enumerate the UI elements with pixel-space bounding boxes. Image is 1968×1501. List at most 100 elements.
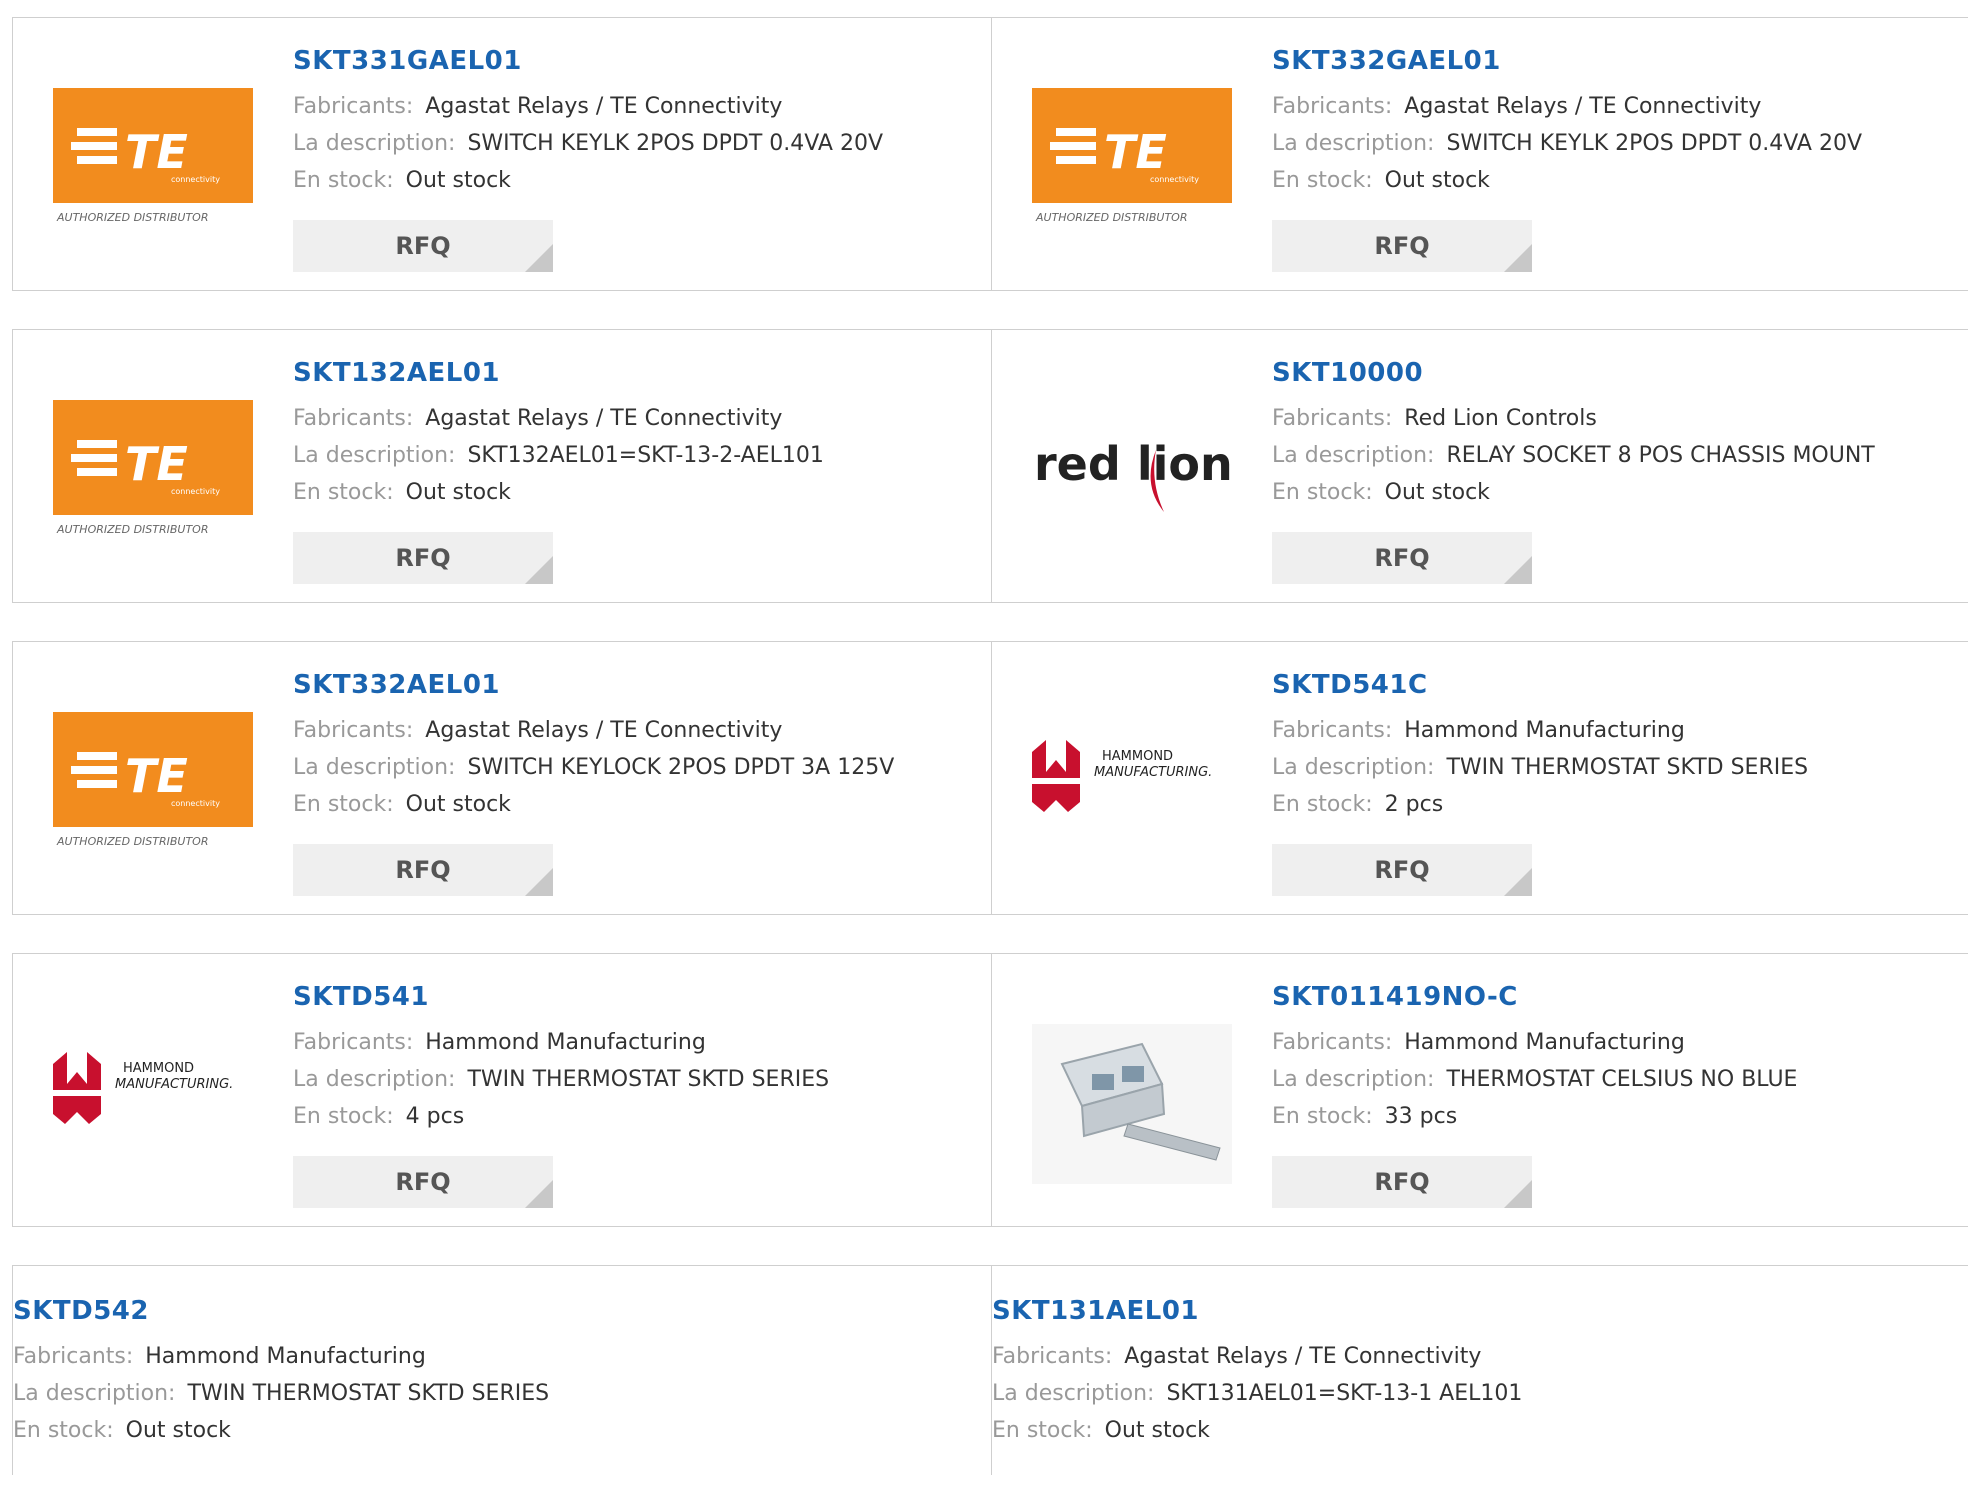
product-info: SKT132AEL01 Fabricants: Agastat Relays / …	[293, 358, 824, 511]
description-row: La description: SKT131AEL01=SKT-13-1 AEL1…	[992, 1375, 1522, 1412]
te-connectivity-logo: TE connectivity AUTHORIZED DISTRIBUTOR	[53, 400, 253, 560]
rfq-label: RFQ	[1374, 544, 1430, 572]
description-label: La description:	[1272, 131, 1435, 156]
description-label: La description:	[293, 1067, 456, 1092]
description-row: La description: SKT132AEL01=SKT-13-2-AEL1…	[293, 437, 824, 474]
part-number-link[interactable]: SKTD541C	[1272, 670, 1808, 700]
product-row: TE connectivity AUTHORIZED DISTRIBUTOR S…	[12, 641, 1968, 917]
rfq-button[interactable]: RFQ	[293, 844, 553, 896]
stock-label: En stock:	[1272, 168, 1373, 193]
manufacturer-row: Fabricants: Agastat Relays / TE Connectiv…	[293, 88, 883, 125]
rfq-button[interactable]: RFQ	[1272, 844, 1532, 896]
stock-label: En stock:	[1272, 480, 1373, 505]
part-number-link[interactable]: SKT332AEL01	[293, 670, 894, 700]
stock-value: Out stock	[405, 480, 511, 505]
rfq-button[interactable]: RFQ	[1272, 532, 1532, 584]
corner-triangle-icon	[525, 868, 553, 896]
product-card: SKT011419NO-C Fabricants: Hammond Manufac…	[991, 953, 1968, 1227]
description-value: SWITCH KEYLOCK 2POS DPDT 3A 125V	[467, 755, 895, 780]
part-number-link[interactable]: SKTD541	[293, 982, 829, 1012]
stock-label: En stock:	[1272, 1104, 1373, 1129]
product-info: SKT011419NO-C Fabricants: Hammond Manufac…	[1272, 982, 1797, 1135]
part-number-link[interactable]: SKT332GAEL01	[1272, 46, 1862, 76]
manufacturer-row: Fabricants: Hammond Manufacturing	[293, 1024, 829, 1061]
stock-value: 33 pcs	[1384, 1104, 1458, 1129]
corner-triangle-icon	[1504, 868, 1532, 896]
stock-label: En stock:	[1272, 792, 1373, 817]
description-row: La description: TWIN THERMOSTAT SKTD SERI…	[13, 1375, 549, 1412]
manufacturer-row: Fabricants: Red Lion Controls	[1272, 400, 1875, 437]
manufacturer-value: Agastat Relays / TE Connectivity	[1124, 1344, 1482, 1369]
manufacturer-row: Fabricants: Hammond Manufacturing	[1272, 1024, 1797, 1061]
product-row: HAMMOND MANUFACTURING. SKTD541 Fabricant…	[12, 953, 1968, 1229]
manufacturer-value: Hammond Manufacturing	[1404, 718, 1685, 743]
description-label: La description:	[1272, 1067, 1435, 1092]
description-row: La description: TWIN THERMOSTAT SKTD SERI…	[293, 1061, 829, 1098]
description-label: La description:	[1272, 443, 1435, 468]
stock-row: En stock: Out stock	[1272, 162, 1862, 199]
product-card: SKTD542 Fabricants: Hammond Manufacturing…	[12, 1265, 992, 1475]
manufacturer-row: Fabricants: Hammond Manufacturing	[13, 1338, 549, 1375]
rfq-button[interactable]: RFQ	[293, 1156, 553, 1208]
manufacturer-label: Fabricants:	[293, 94, 414, 119]
manufacturer-label: Fabricants:	[293, 1030, 414, 1055]
description-label: La description:	[293, 443, 456, 468]
corner-triangle-icon	[525, 556, 553, 584]
rfq-button[interactable]: RFQ	[1272, 1156, 1532, 1208]
product-info: SKT331GAEL01 Fabricants: Agastat Relays /…	[293, 46, 883, 199]
stock-row: En stock: Out stock	[293, 474, 824, 511]
description-label: La description:	[293, 755, 456, 780]
rfq-button[interactable]: RFQ	[1272, 220, 1532, 272]
product-info: SKTD542 Fabricants: Hammond Manufacturing…	[13, 1296, 549, 1449]
product-info: SKTD541 Fabricants: Hammond Manufacturing…	[293, 982, 829, 1135]
description-row: La description: SWITCH KEYLOCK 2POS DPDT …	[293, 749, 894, 786]
part-number-link[interactable]: SKT131AEL01	[992, 1296, 1522, 1326]
rfq-label: RFQ	[1374, 1168, 1430, 1196]
stock-row: En stock: Out stock	[1272, 474, 1875, 511]
product-info: SKT332AEL01 Fabricants: Agastat Relays / …	[293, 670, 894, 823]
rfq-label: RFQ	[395, 1168, 451, 1196]
svg-text:HAMMOND: HAMMOND	[123, 1061, 194, 1076]
stock-value: Out stock	[1384, 168, 1490, 193]
svg-text:TE: TE	[125, 437, 188, 491]
manufacturer-label: Fabricants:	[13, 1344, 134, 1369]
manufacturer-value: Agastat Relays / TE Connectivity	[1404, 94, 1762, 119]
manufacturer-value: Agastat Relays / TE Connectivity	[425, 94, 783, 119]
product-card: SKT131AEL01 Fabricants: Agastat Relays / …	[991, 1265, 1968, 1475]
svg-text:connectivity: connectivity	[171, 487, 220, 496]
description-value: SWITCH KEYLK 2POS DPDT 0.4VA 20V	[467, 131, 883, 156]
svg-text:AUTHORIZED DISTRIBUTOR: AUTHORIZED DISTRIBUTOR	[56, 835, 209, 848]
product-row: TE connectivity AUTHORIZED DISTRIBUTOR S…	[12, 329, 1968, 605]
corner-triangle-icon	[1504, 1180, 1532, 1208]
manufacturer-row: Fabricants: Agastat Relays / TE Connectiv…	[1272, 88, 1862, 125]
stock-row: En stock: Out stock	[293, 786, 894, 823]
product-card: TE connectivity AUTHORIZED DISTRIBUTOR S…	[12, 641, 992, 915]
manufacturer-value: Hammond Manufacturing	[145, 1344, 426, 1369]
product-card: TE connectivity AUTHORIZED DISTRIBUTOR S…	[991, 17, 1968, 291]
product-card: HAMMOND MANUFACTURING. SKTD541C Fabrican…	[991, 641, 1968, 915]
description-value: SWITCH KEYLK 2POS DPDT 0.4VA 20V	[1446, 131, 1862, 156]
product-row: TE connectivity AUTHORIZED DISTRIBUTOR S…	[12, 17, 1968, 293]
part-number-link[interactable]: SKT331GAEL01	[293, 46, 883, 76]
svg-text:AUTHORIZED DISTRIBUTOR: AUTHORIZED DISTRIBUTOR	[1035, 211, 1188, 224]
part-number-link[interactable]: SKTD542	[13, 1296, 549, 1326]
part-number-link[interactable]: SKT011419NO-C	[1272, 982, 1797, 1012]
svg-text:TE: TE	[1104, 125, 1167, 179]
manufacturer-label: Fabricants:	[293, 718, 414, 743]
stock-value: 2 pcs	[1384, 792, 1444, 817]
svg-text:connectivity: connectivity	[171, 175, 220, 184]
description-label: La description:	[1272, 755, 1435, 780]
part-number-link[interactable]: SKT132AEL01	[293, 358, 824, 388]
hammond-logo: HAMMOND MANUFACTURING.	[1032, 712, 1232, 872]
rfq-label: RFQ	[1374, 232, 1430, 260]
product-card: red lion SKT10000 Fabricants: Red Lion Co…	[991, 329, 1968, 603]
product-info: SKT10000 Fabricants: Red Lion Controls La…	[1272, 358, 1875, 511]
stock-label: En stock:	[992, 1418, 1093, 1443]
rfq-button[interactable]: RFQ	[293, 220, 553, 272]
svg-text:HAMMOND: HAMMOND	[1102, 749, 1173, 764]
stock-value: Out stock	[405, 792, 511, 817]
svg-text:AUTHORIZED DISTRIBUTOR: AUTHORIZED DISTRIBUTOR	[56, 523, 209, 536]
stock-row: En stock: Out stock	[293, 162, 883, 199]
rfq-button[interactable]: RFQ	[293, 532, 553, 584]
part-number-link[interactable]: SKT10000	[1272, 358, 1875, 388]
